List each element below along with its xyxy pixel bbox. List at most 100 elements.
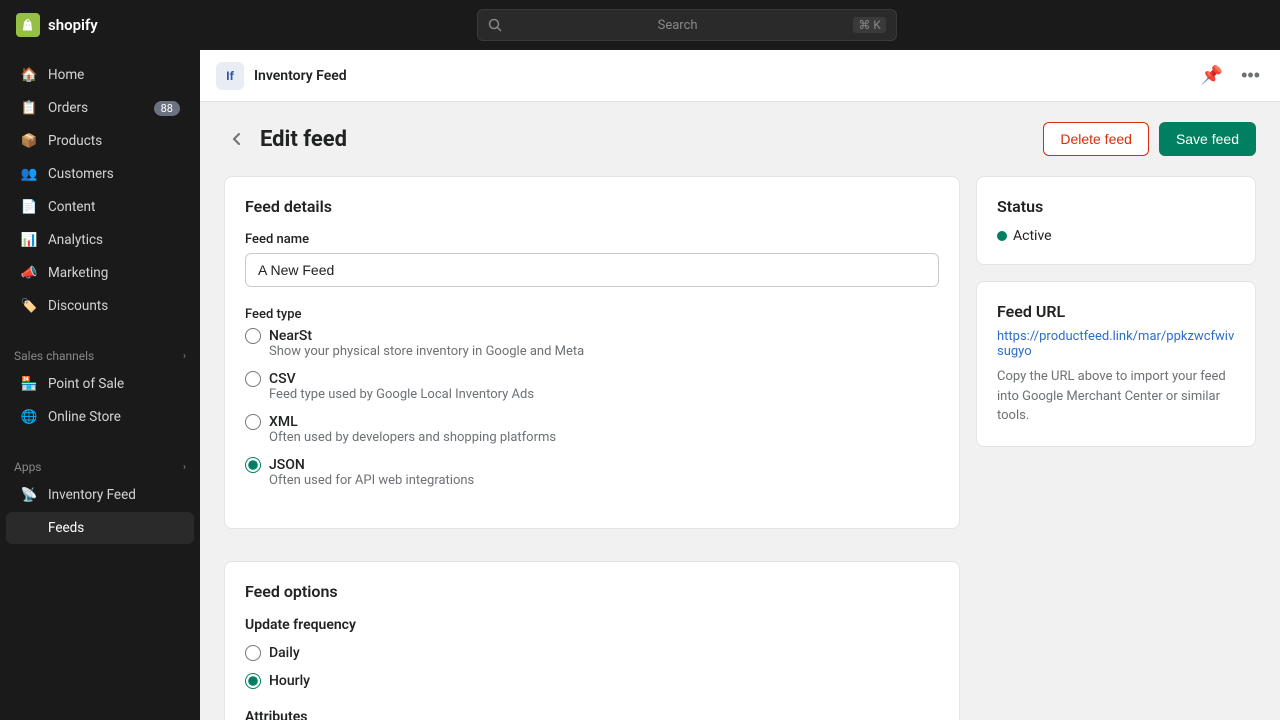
customers-icon: 👥 [20, 165, 38, 183]
status-title: Status [997, 197, 1235, 216]
feed-name-label: Feed name [245, 232, 939, 247]
json-radio[interactable] [245, 457, 261, 473]
feed-url-title: Feed URL [997, 302, 1235, 321]
sidebar-apps-section: Apps › 📡 Inventory Feed Feeds [0, 442, 200, 553]
attributes-label: Attributes [245, 709, 939, 720]
orders-icon: 📋 [20, 99, 38, 117]
sidebar-item-label: Discounts [48, 298, 108, 314]
sidebar-item-label: Content [48, 199, 95, 215]
sidebar-item-marketing[interactable]: 📣 Marketing [6, 257, 194, 289]
json-radio-label[interactable]: JSON [245, 457, 939, 473]
sidebar-item-inventory-feed-app[interactable]: 📡 Inventory Feed [6, 479, 194, 511]
feed-type-group: Feed type NearSt Show your physical stor… [245, 307, 939, 488]
frequency-radio-group: Daily Hourly [245, 645, 939, 689]
json-label: JSON [269, 457, 305, 473]
hourly-radio[interactable] [245, 673, 261, 689]
cards-row: Feed details Feed name Feed type [224, 176, 1256, 720]
status-dot [997, 231, 1007, 241]
status-badge: Active [997, 228, 1235, 244]
nearst-radio[interactable] [245, 328, 261, 344]
sidebar-item-label: Inventory Feed [48, 487, 136, 503]
sidebar-item-point-of-sale[interactable]: 🏪 Point of Sale [6, 368, 194, 400]
content-area: Edit feed Delete feed Save feed Feed det… [200, 102, 1280, 720]
app-header-title: Inventory Feed [254, 68, 347, 84]
sidebar-item-feeds[interactable]: Feeds [6, 512, 194, 544]
feed-url-card: Feed URL https://productfeed.link/mar/pp… [976, 281, 1256, 447]
sidebar-item-orders[interactable]: 📋 Orders 88 [6, 92, 194, 124]
shopify-text: shopify [48, 16, 98, 34]
home-icon: 🏠 [20, 66, 38, 84]
more-options-button[interactable]: ••• [1237, 61, 1264, 90]
daily-radio[interactable] [245, 645, 261, 661]
nearst-desc: Show your physical store inventory in Go… [269, 344, 939, 359]
search-icon [488, 18, 502, 32]
sidebar-item-online-store[interactable]: 🌐 Online Store [6, 401, 194, 433]
nearst-label: NearSt [269, 328, 312, 344]
update-frequency-group: Update frequency Daily [245, 617, 939, 689]
search-placeholder: Search [658, 18, 698, 33]
sidebar-main-section: 🏠 Home 📋 Orders 88 📦 Products 👥 Customer… [0, 50, 200, 331]
json-desc: Often used for API web integrations [269, 473, 939, 488]
app-header: If Inventory Feed 📌 ••• [200, 50, 1280, 102]
app-header-icon: If [216, 62, 244, 90]
feed-type-label: Feed type [245, 307, 939, 322]
xml-desc: Often used by developers and shopping pl… [269, 430, 939, 445]
sidebar-item-label: Analytics [48, 232, 103, 248]
csv-radio[interactable] [245, 371, 261, 387]
sidebar-item-analytics[interactable]: 📊 Analytics [6, 224, 194, 256]
frequency-daily: Daily [245, 645, 939, 661]
csv-radio-label[interactable]: CSV [245, 371, 939, 387]
feed-url-desc: Copy the URL above to import your feed i… [997, 367, 1235, 426]
page-title: Edit feed [260, 127, 347, 152]
feed-details-title: Feed details [245, 197, 939, 216]
xml-radio[interactable] [245, 414, 261, 430]
daily-radio-label[interactable]: Daily [245, 645, 939, 661]
page-actions: Delete feed Save feed [1043, 122, 1256, 156]
pos-icon: 🏪 [20, 375, 38, 393]
sidebar-item-label: Feeds [48, 520, 84, 536]
daily-label: Daily [269, 645, 300, 661]
back-button[interactable] [224, 130, 250, 148]
sidebar-item-label: Home [48, 67, 84, 83]
feed-type-radio-group: NearSt Show your physical store inventor… [245, 328, 939, 488]
hourly-radio-label[interactable]: Hourly [245, 673, 939, 689]
search-bar[interactable]: Search ⌘ K [477, 9, 897, 41]
frequency-hourly: Hourly [245, 673, 939, 689]
topbar: shopify Search ⌘ K [0, 0, 1280, 50]
analytics-icon: 📊 [20, 231, 38, 249]
sidebar-item-products[interactable]: 📦 Products [6, 125, 194, 157]
sidebar-item-label: Marketing [48, 265, 108, 281]
sidebar-apps-label: Apps › [0, 450, 200, 478]
sidebar-item-home[interactable]: 🏠 Home [6, 59, 194, 91]
attributes-group: Attributes storeName ✏️ id ✏️ [245, 709, 939, 720]
feed-type-xml: XML Often used by developers and shoppin… [245, 414, 939, 445]
feed-details-card: Feed details Feed name Feed type [224, 176, 960, 529]
sidebar-item-label: Customers [48, 166, 114, 182]
delete-feed-button[interactable]: Delete feed [1043, 122, 1149, 156]
csv-desc: Feed type used by Google Local Inventory… [269, 387, 939, 402]
feed-url-link[interactable]: https://productfeed.link/mar/ppkzwcfwivs… [997, 329, 1235, 359]
shopify-bag-icon [16, 13, 40, 37]
page-header: Edit feed Delete feed Save feed [224, 122, 1256, 156]
sidebar-item-discounts[interactable]: 🏷️ Discounts [6, 290, 194, 322]
sidebar-item-label: Products [48, 133, 102, 149]
discounts-icon: 🏷️ [20, 297, 38, 315]
nearst-radio-label[interactable]: NearSt [245, 328, 939, 344]
xml-radio-label[interactable]: XML [245, 414, 939, 430]
sidebar-sales-channels-label: Sales channels › [0, 339, 200, 367]
feed-name-input[interactable] [245, 253, 939, 287]
sidebar-item-customers[interactable]: 👥 Customers [6, 158, 194, 190]
orders-badge: 88 [154, 101, 180, 116]
pin-button[interactable]: 📌 [1197, 61, 1227, 90]
save-feed-button[interactable]: Save feed [1159, 122, 1256, 156]
sidebar-item-content[interactable]: 📄 Content [6, 191, 194, 223]
search-shortcut: ⌘ K [853, 17, 886, 33]
sidebar-item-label: Orders [48, 100, 88, 116]
page-title-row: Edit feed [224, 127, 347, 152]
shopify-logo: shopify [16, 13, 98, 37]
sidebar-item-label: Point of Sale [48, 376, 124, 392]
feed-type-json: JSON Often used for API web integrations [245, 457, 939, 488]
sidebar-sales-channels-section: Sales channels › 🏪 Point of Sale 🌐 Onlin… [0, 331, 200, 442]
side-column: Status Active Feed URL https://productfe… [976, 176, 1256, 447]
feed-options-title: Feed options [245, 582, 939, 601]
